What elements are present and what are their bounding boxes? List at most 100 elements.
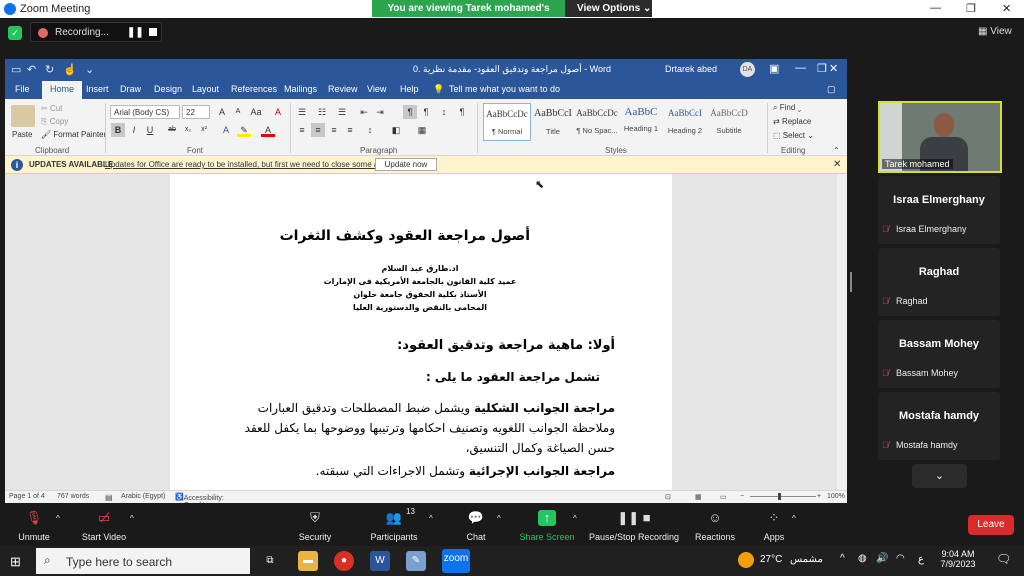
style-subtitle[interactable]: AaBbCcD Subtitle xyxy=(705,103,753,141)
tab-view[interactable]: View xyxy=(367,84,386,94)
strikethrough-button[interactable]: ab xyxy=(165,123,179,137)
tab-review[interactable]: Review xyxy=(328,84,358,94)
taskbar-search[interactable]: ⌕ Type here to search xyxy=(36,548,250,574)
undo-icon[interactable]: ↶ xyxy=(27,63,36,76)
system-clock[interactable]: 9:04 AM 7/9/2023 xyxy=(936,549,980,569)
change-case-icon[interactable]: Aa xyxy=(249,105,263,119)
multilevel-list-icon[interactable]: ☰ xyxy=(335,105,349,119)
collapse-ribbon-icon[interactable]: ⌃ xyxy=(833,146,840,155)
pause-stop-recording-button[interactable]: ❚❚ ■ Pause/Stop Recording xyxy=(588,506,680,542)
pause-recording-icon[interactable]: ❚❚ xyxy=(127,27,144,38)
shrink-font-icon[interactable]: A xyxy=(231,105,245,119)
stop-recording-icon[interactable] xyxy=(149,28,157,36)
tab-draw[interactable]: Draw xyxy=(120,84,141,94)
touch-mode-icon[interactable]: ☝ xyxy=(63,63,77,76)
subscript-button[interactable]: x₂ xyxy=(181,123,195,137)
justify-icon[interactable]: ≡ xyxy=(343,123,357,137)
share-screen-button[interactable]: ↑ Share Screen xyxy=(518,506,576,542)
align-center-icon[interactable]: ≡ xyxy=(311,123,325,137)
chat-chevron-icon[interactable]: ^ xyxy=(497,514,501,523)
tab-layout[interactable]: Layout xyxy=(192,84,219,94)
close-icon[interactable]: ✕ xyxy=(1002,2,1011,15)
italic-button[interactable]: I xyxy=(127,123,141,137)
weather-temp[interactable]: 27°C xyxy=(760,554,782,565)
rtl-direction-icon[interactable]: ¶ xyxy=(403,105,417,119)
format-painter-button[interactable]: 🖌 Format Painter xyxy=(41,130,106,139)
customize-qat-icon[interactable]: ⌄ xyxy=(85,63,94,76)
windows-start-icon[interactable]: ⊞ xyxy=(10,554,21,570)
ltr-direction-icon[interactable]: ¶ xyxy=(419,105,433,119)
shading-icon[interactable]: ◧ xyxy=(389,123,403,137)
text-effects-icon[interactable]: A xyxy=(219,123,233,137)
bold-button[interactable]: B xyxy=(111,123,125,137)
user-name[interactable]: Drtarek abed xyxy=(665,64,717,74)
tab-home[interactable]: Home xyxy=(42,81,83,99)
focus-mode-icon[interactable]: ⊡ xyxy=(665,493,671,501)
zoom-slider-thumb[interactable] xyxy=(778,493,781,500)
file-explorer-icon[interactable]: ▬ xyxy=(298,551,318,571)
chevron-down-icon[interactable]: ⌄ xyxy=(912,464,967,488)
share-chevron-icon[interactable]: ^ xyxy=(573,514,577,523)
word-minimize-icon[interactable]: — xyxy=(795,62,806,74)
autosave-icon[interactable]: ▭ xyxy=(11,63,21,76)
apps-button[interactable]: ⁘ Apps xyxy=(760,506,788,542)
audio-options-chevron-icon[interactable]: ^ xyxy=(56,514,60,523)
comments-icon[interactable]: ▢ xyxy=(827,84,836,95)
web-layout-icon[interactable]: ▭ xyxy=(720,493,727,501)
wifi-icon[interactable]: ◠ xyxy=(896,553,905,564)
accessibility-status[interactable]: ♿ Accessibility: Good to go xyxy=(175,493,224,503)
panel-resize-handle[interactable] xyxy=(850,272,852,292)
update-now-button[interactable]: Update now xyxy=(375,158,437,171)
grow-font-icon[interactable]: A xyxy=(215,105,229,119)
participant-tile[interactable]: Mostafa hamdy 🎙̸ Mostafa hamdy xyxy=(878,392,1000,460)
participant-tile[interactable]: Israa Elmerghany 🎙̸ Israa Elmerghany xyxy=(878,176,1000,244)
cut-button[interactable]: ✂ Cut xyxy=(41,104,62,113)
input-language[interactable]: ع xyxy=(918,554,924,565)
paint-icon[interactable]: ✎ xyxy=(406,551,426,571)
tell-me-search[interactable]: Tell me what you want to do xyxy=(449,84,560,94)
participants-chevron-icon[interactable]: ^ xyxy=(429,514,433,523)
style-heading-2[interactable]: AaBbCcI Heading 2 xyxy=(661,103,709,141)
encryption-shield-icon[interactable]: ✓ xyxy=(8,26,22,40)
line-spacing-icon[interactable]: ↕ xyxy=(363,123,377,137)
highlight-icon[interactable]: ✎ xyxy=(237,123,251,137)
zoom-slider[interactable] xyxy=(750,496,816,497)
view-options-button[interactable]: View Options ⌄ xyxy=(565,0,652,17)
style-heading-1[interactable]: AaBbC Heading 1 xyxy=(617,103,665,141)
word-restore-icon[interactable]: ❐ xyxy=(817,62,827,75)
increase-indent-icon[interactable]: ⇥ xyxy=(373,105,387,119)
maximize-icon[interactable]: ❐ xyxy=(966,2,976,15)
word-count[interactable]: 767 words xyxy=(57,493,89,500)
zoom-out-icon[interactable]: − xyxy=(740,493,744,500)
show-marks-icon[interactable]: ¶ xyxy=(455,105,469,119)
superscript-button[interactable]: x² xyxy=(197,123,211,137)
tab-file[interactable]: File xyxy=(15,84,30,94)
style-no-spacing[interactable]: AaBbCcDc ¶ No Spac... xyxy=(573,103,621,141)
security-button[interactable]: ⛨ Security xyxy=(295,506,335,542)
speaker-icon[interactable]: 🔊 xyxy=(876,553,888,564)
chrome-icon[interactable]: ● xyxy=(334,551,354,571)
align-left-icon[interactable]: ≡ xyxy=(295,123,309,137)
zoom-level[interactable]: 100% xyxy=(827,493,845,500)
clear-formatting-icon[interactable]: A xyxy=(271,105,285,119)
tab-references[interactable]: References xyxy=(231,84,277,94)
leave-button[interactable]: Leave xyxy=(968,515,1014,535)
find-button[interactable]: ⌕ Find ⌄ xyxy=(773,103,801,113)
view-button[interactable]: ▦ View xyxy=(978,26,1012,37)
font-size-dropdown[interactable]: 22 xyxy=(182,105,210,119)
dismiss-icon[interactable]: ✕ xyxy=(833,159,841,170)
word-close-icon[interactable]: ✕ xyxy=(829,62,838,75)
tab-design[interactable]: Design xyxy=(154,84,182,94)
participant-tile[interactable]: Bassam Mohey 🎙̸ Bassam Mohey xyxy=(878,320,1000,388)
borders-icon[interactable]: ▦ xyxy=(415,123,429,137)
tab-insert[interactable]: Insert xyxy=(86,84,109,94)
video-options-chevron-icon[interactable]: ^ xyxy=(130,514,134,523)
language[interactable]: Arabic (Egypt) xyxy=(121,493,165,500)
decrease-indent-icon[interactable]: ⇤ xyxy=(357,105,371,119)
vertical-scrollbar[interactable] xyxy=(837,174,847,490)
weather-text[interactable]: مشمس xyxy=(790,554,823,565)
bullets-icon[interactable]: ☰ xyxy=(295,105,309,119)
video-tile-active-speaker[interactable]: Tarek mohamed xyxy=(878,101,1002,173)
replace-button[interactable]: ⇄ Replace xyxy=(773,117,811,126)
style-title[interactable]: AaBbCcI Title xyxy=(529,103,577,141)
